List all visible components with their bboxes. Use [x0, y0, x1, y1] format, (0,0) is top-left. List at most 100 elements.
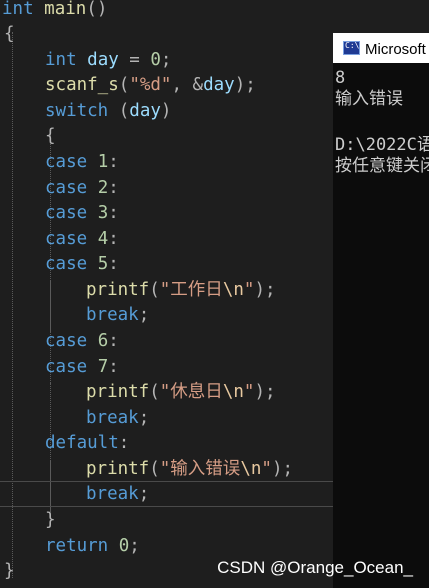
keyword-break: break — [86, 408, 139, 428]
brace-open-main: { — [4, 24, 15, 44]
console-output-prompt: 按任意键关闭此窗口. . . — [335, 156, 429, 176]
identifier-day: day — [87, 50, 119, 70]
punctuation: ); — [234, 75, 256, 95]
keyword-int: int — [45, 50, 77, 70]
string-literal: "休息日 — [159, 382, 223, 402]
string-quote: " — [261, 459, 272, 479]
console-title: Microsoft Visual Studio 调试控制台 — [365, 40, 429, 58]
punctuation: ) — [160, 101, 172, 121]
operator-assign: = — [118, 50, 151, 70]
case-value: 3 — [87, 203, 109, 223]
code-line-2: { — [4, 22, 15, 48]
escape-sequence: \n — [240, 459, 262, 479]
punctuation: ( — [118, 75, 130, 95]
semicolon: ; — [138, 408, 150, 428]
brace-open-switch: { — [45, 126, 56, 146]
code-line-break-2: break; — [86, 406, 149, 432]
code-line-close-switch: } — [45, 508, 56, 534]
indent-guide-case7 — [50, 383, 51, 435]
case-value: 7 — [87, 357, 109, 377]
console-titlebar[interactable]: Microsoft Visual Studio 调试控制台 — [333, 33, 429, 63]
punctuation: ); — [254, 280, 276, 300]
identifier-day: day — [203, 75, 235, 95]
semicolon: ; — [138, 305, 150, 325]
code-line-1: int main() — [2, 0, 107, 23]
punctuation: ( — [149, 459, 160, 479]
punctuation: () — [86, 0, 108, 19]
keyword-break: break — [86, 484, 139, 504]
keyword-return: return — [45, 536, 109, 556]
brace-close-main: } — [4, 561, 15, 581]
code-line-case-3: case 3: — [45, 201, 119, 227]
keyword-case: case — [45, 331, 88, 351]
debug-console-window[interactable]: Microsoft Visual Studio 调试控制台 8 输入错误 D:\… — [333, 33, 429, 588]
code-line-break-1: break; — [86, 303, 149, 329]
brace-close-switch: } — [45, 510, 56, 530]
keyword-case: case — [45, 357, 88, 377]
keyword-break: break — [86, 305, 139, 325]
keyword-int: int — [2, 0, 34, 19]
code-line-return: return 0; — [45, 534, 140, 560]
semicolon: ; — [138, 484, 150, 504]
keyword-case: case — [45, 152, 88, 172]
keyword-case: case — [45, 229, 88, 249]
code-line-default: default: — [45, 431, 129, 457]
code-line-6: { — [45, 124, 56, 150]
case-value: 2 — [87, 178, 109, 198]
colon: : — [108, 178, 119, 198]
code-line-4: scanf_s("%d", &day); — [45, 73, 256, 99]
code-line-case-2: case 2: — [45, 176, 119, 202]
string-literal: "%d" — [129, 75, 172, 95]
code-line-printf-workday: printf("工作日\n"); — [86, 278, 276, 304]
csdn-watermark: CSDN @Orange_Ocean_ — [217, 558, 413, 577]
code-line-case-7: case 7: — [45, 355, 119, 381]
identifier-day: day — [129, 101, 161, 121]
code-line-close-main: } — [4, 559, 15, 585]
string-quote: " — [243, 280, 255, 300]
function-printf: printf — [86, 382, 150, 402]
punctuation: ( — [149, 382, 160, 402]
keyword-default: default — [45, 433, 119, 453]
code-line-break-3-current: break; — [0, 481, 333, 507]
punctuation: ( — [149, 280, 160, 300]
punctuation: ( — [108, 101, 130, 121]
function-printf: printf — [86, 459, 150, 479]
console-output-message: 输入错误 — [335, 89, 403, 109]
string-quote: " — [243, 382, 255, 402]
keyword-case: case — [45, 254, 88, 274]
string-literal: "输入错误 — [159, 459, 241, 479]
semicolon: ; — [160, 50, 172, 70]
semicolon: ; — [129, 536, 140, 556]
case-value: 4 — [87, 229, 109, 249]
punctuation: ); — [254, 382, 276, 402]
console-output-input: 8 — [335, 68, 346, 88]
case-value: 5 — [87, 254, 109, 274]
keyword-case: case — [45, 203, 88, 223]
colon: : — [108, 331, 119, 351]
function-scanf_s: scanf_s — [45, 75, 119, 95]
punctuation: , & — [171, 75, 204, 95]
function-printf: printf — [86, 280, 150, 300]
keyword-case: case — [45, 178, 88, 198]
number-literal: 0 — [108, 536, 130, 556]
code-editor[interactable]: int main() { int day = 0; scanf_s("%d", … — [0, 0, 333, 588]
colon: : — [108, 229, 119, 249]
colon: : — [108, 254, 119, 274]
code-line-printf-restday: printf("休息日\n"); — [86, 380, 276, 406]
code-line-3: int day = 0; — [45, 48, 171, 74]
case-value: 6 — [87, 331, 109, 351]
function-main: main — [44, 0, 87, 19]
number-literal: 0 — [150, 50, 161, 70]
code-line-5: switch (day) — [45, 99, 171, 125]
escape-sequence: \n — [222, 280, 244, 300]
code-line-printf-error: printf("输入错误\n"); — [86, 457, 293, 483]
console-app-icon — [343, 41, 360, 55]
punctuation: ); — [271, 459, 294, 479]
colon: : — [108, 152, 119, 172]
colon: : — [108, 203, 119, 223]
indent-guide-case5 — [50, 280, 51, 332]
colon: : — [118, 433, 130, 453]
case-value: 1 — [87, 152, 109, 172]
code-line-case-5: case 5: — [45, 252, 119, 278]
code-line-case-6: case 6: — [45, 329, 119, 355]
